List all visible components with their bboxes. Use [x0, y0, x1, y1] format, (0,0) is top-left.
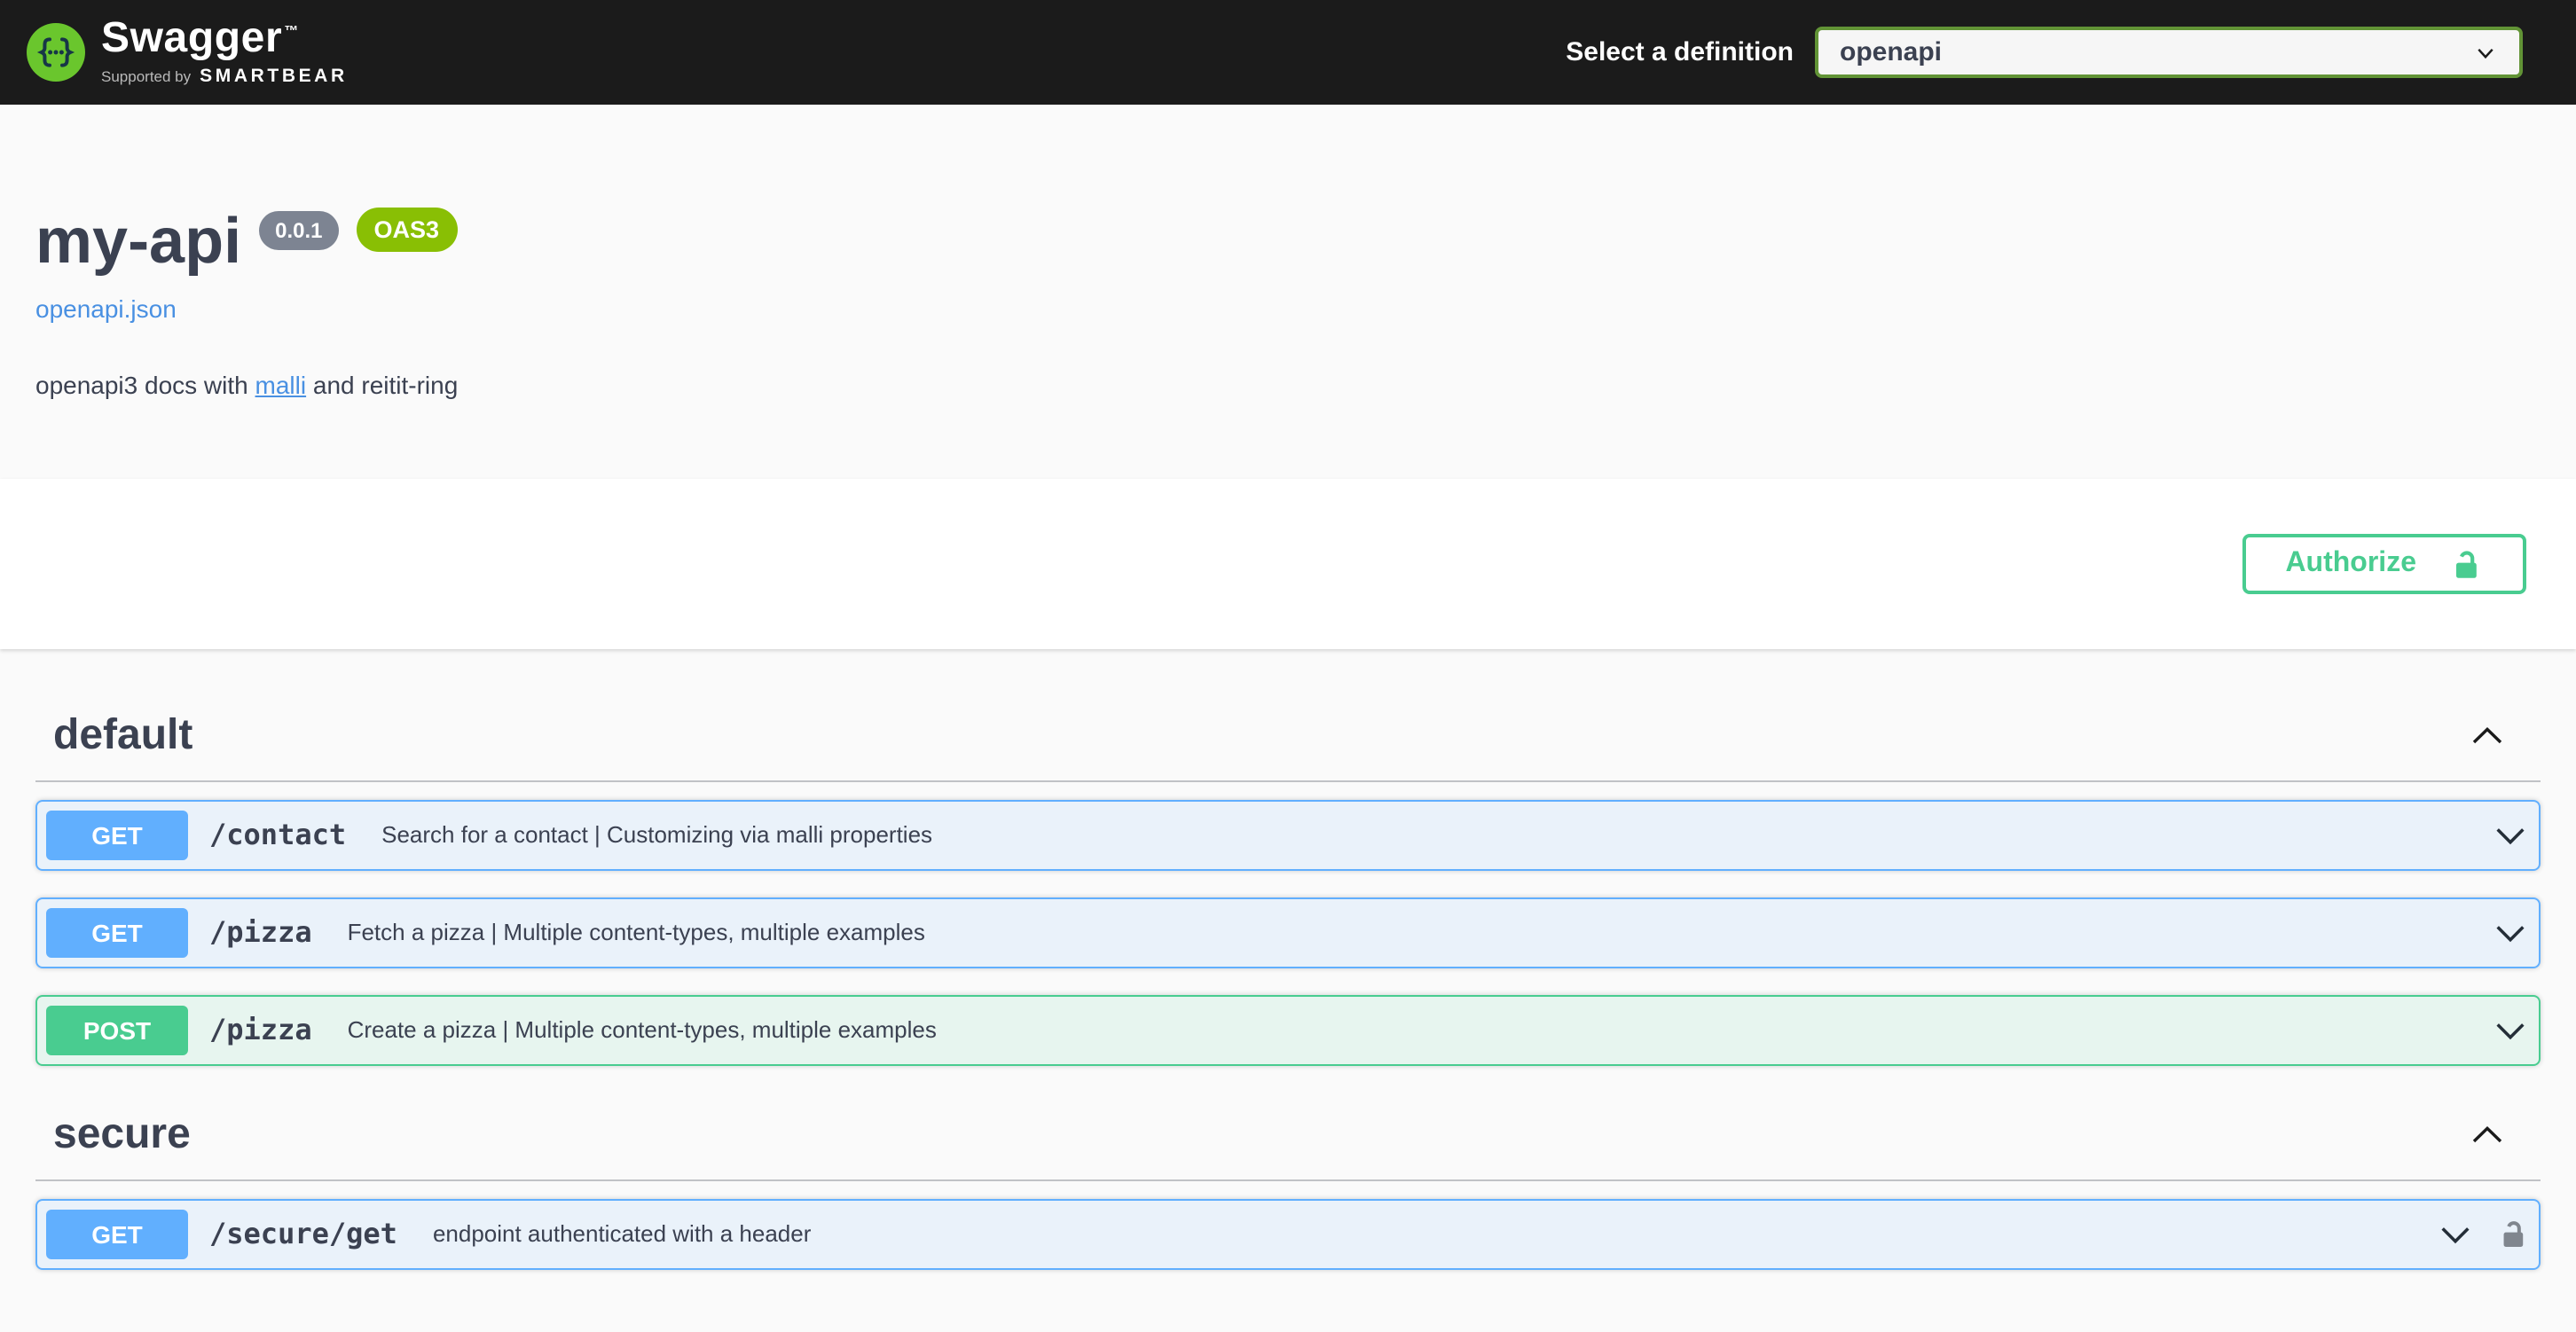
logo-wordmark: Swagger™ — [101, 18, 348, 60]
tag-name: secure — [53, 1110, 191, 1162]
unlock-icon — [2448, 546, 2484, 582]
tag-section-default: default GET /contact Search for a contac… — [35, 693, 2541, 1066]
trademark-symbol: ™ — [284, 23, 299, 39]
operation-description: endpoint authenticated with a header — [415, 1220, 2436, 1247]
api-description: openapi3 docs with malli and reitit-ring — [35, 367, 2541, 480]
definition-select[interactable]: openapi — [1815, 27, 2523, 78]
operation-summary[interactable]: GET /secure/get endpoint authenticated w… — [37, 1200, 2539, 1267]
operation-summary[interactable]: GET /contact Search for a contact | Cust… — [37, 802, 2539, 869]
expand-chevron-icon[interactable] — [2436, 1214, 2475, 1253]
spec-file-link[interactable]: openapi.json — [35, 293, 177, 327]
method-badge: GET — [46, 1209, 188, 1258]
smartbear-brand: SMARTBEAR — [200, 66, 348, 87]
operation-summary[interactable]: POST /pizza Create a pizza | Multiple co… — [37, 997, 2539, 1064]
method-badge: POST — [46, 1006, 188, 1055]
swagger-ui-page: Swagger™ Supported by SMARTBEAR Select a… — [0, 0, 2576, 1332]
expand-chevron-icon[interactable] — [2491, 816, 2530, 855]
method-badge: GET — [46, 908, 188, 958]
opblock-get-secure-get: GET /secure/get endpoint authenticated w… — [35, 1198, 2541, 1269]
operation-description: Create a pizza | Multiple content-types,… — [330, 1017, 2491, 1044]
tag-header-secure[interactable]: secure — [35, 1093, 2541, 1181]
operations-list: default GET /contact Search for a contac… — [0, 693, 2576, 1331]
method-badge: GET — [46, 811, 188, 860]
info-section: my-api 0.0.1 OAS3 openapi.json openapi3 … — [0, 105, 2576, 479]
operation-path: /pizza — [209, 916, 312, 950]
authorize-button[interactable]: Authorize — [2242, 534, 2526, 594]
operation-path: /secure/get — [209, 1217, 397, 1250]
operation-description: Fetch a pizza | Multiple content-types, … — [330, 920, 2491, 946]
topbar: Swagger™ Supported by SMARTBEAR Select a… — [0, 0, 2576, 105]
version-badge: 0.0.1 — [259, 210, 338, 249]
opblock-get-pizza: GET /pizza Fetch a pizza | Multiple cont… — [35, 897, 2541, 968]
authorization-lock-button[interactable] — [2496, 1217, 2530, 1250]
opblock-get-contact: GET /contact Search for a contact | Cust… — [35, 800, 2541, 871]
operation-path: /contact — [209, 819, 346, 852]
tag-name: default — [53, 711, 192, 763]
opblock-post-pizza: POST /pizza Create a pizza | Multiple co… — [35, 995, 2541, 1066]
dropdown-chevron-icon — [2473, 40, 2498, 65]
operation-summary[interactable]: GET /pizza Fetch a pizza | Multiple cont… — [37, 899, 2539, 967]
swagger-logo-icon — [27, 23, 85, 82]
tag-section-secure: secure GET /secure/get endpoint authenti… — [35, 1093, 2541, 1270]
malli-link[interactable]: malli — [255, 371, 307, 399]
definition-select-label: Select a definition — [1566, 37, 1794, 67]
api-title: my-api — [35, 202, 241, 278]
expand-chevron-icon[interactable] — [2491, 1011, 2530, 1050]
authorize-button-label: Authorize — [2285, 548, 2416, 580]
swagger-logo[interactable]: Swagger™ Supported by SMARTBEAR — [27, 18, 348, 87]
supported-by-text: Supported by — [101, 67, 191, 85]
collapse-chevron-icon[interactable] — [2470, 719, 2505, 755]
definition-select-value: openapi — [1840, 37, 1942, 67]
expand-chevron-icon[interactable] — [2491, 913, 2530, 952]
padlock-icon — [2496, 1217, 2530, 1250]
collapse-chevron-icon[interactable] — [2470, 1118, 2505, 1154]
oas3-badge: OAS3 — [357, 208, 458, 252]
tag-header-default[interactable]: default — [35, 693, 2541, 782]
operation-path: /pizza — [209, 1014, 312, 1047]
operation-description: Search for a contact | Customizing via m… — [364, 822, 2491, 849]
scheme-container: Authorize — [0, 479, 2576, 649]
